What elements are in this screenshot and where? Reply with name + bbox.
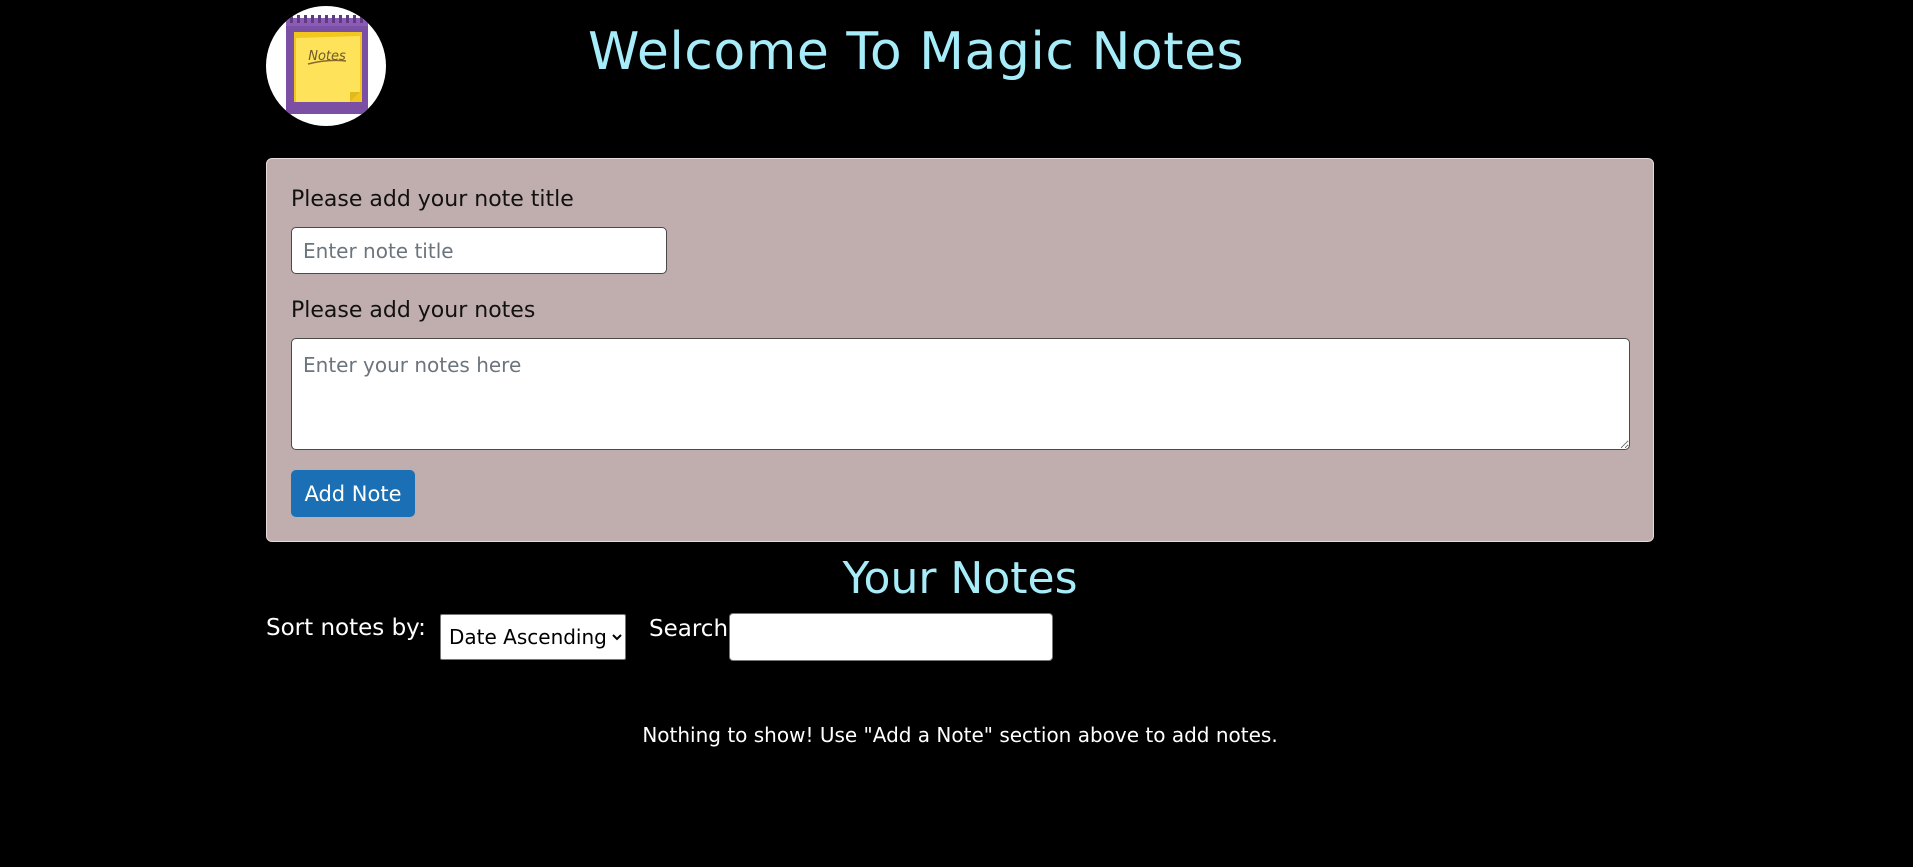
notepad-icon: Notes [266,6,386,126]
search-input[interactable] [729,613,1053,661]
page-title: Welcome To Magic Notes [588,22,1245,82]
note-title-input[interactable] [291,227,667,274]
note-title-label: Please add your note title [291,187,574,212]
add-note-form: Please add your note title Please add yo… [266,158,1654,542]
add-note-button[interactable]: Add Note [291,470,415,517]
logo-text: Notes [308,49,346,64]
empty-notes-message: Nothing to show! Use "Add a Note" sectio… [642,723,1278,747]
note-body-textarea[interactable] [291,338,1630,450]
sort-label: Sort notes by: [266,615,426,641]
note-body-label: Please add your notes [291,298,536,323]
notes-section-title: Your Notes [842,553,1078,604]
page: Notes Welcome To Magic Notes Please add … [0,0,1913,867]
sort-select[interactable]: Date Ascending [440,614,626,660]
search-label: Search [649,616,729,642]
